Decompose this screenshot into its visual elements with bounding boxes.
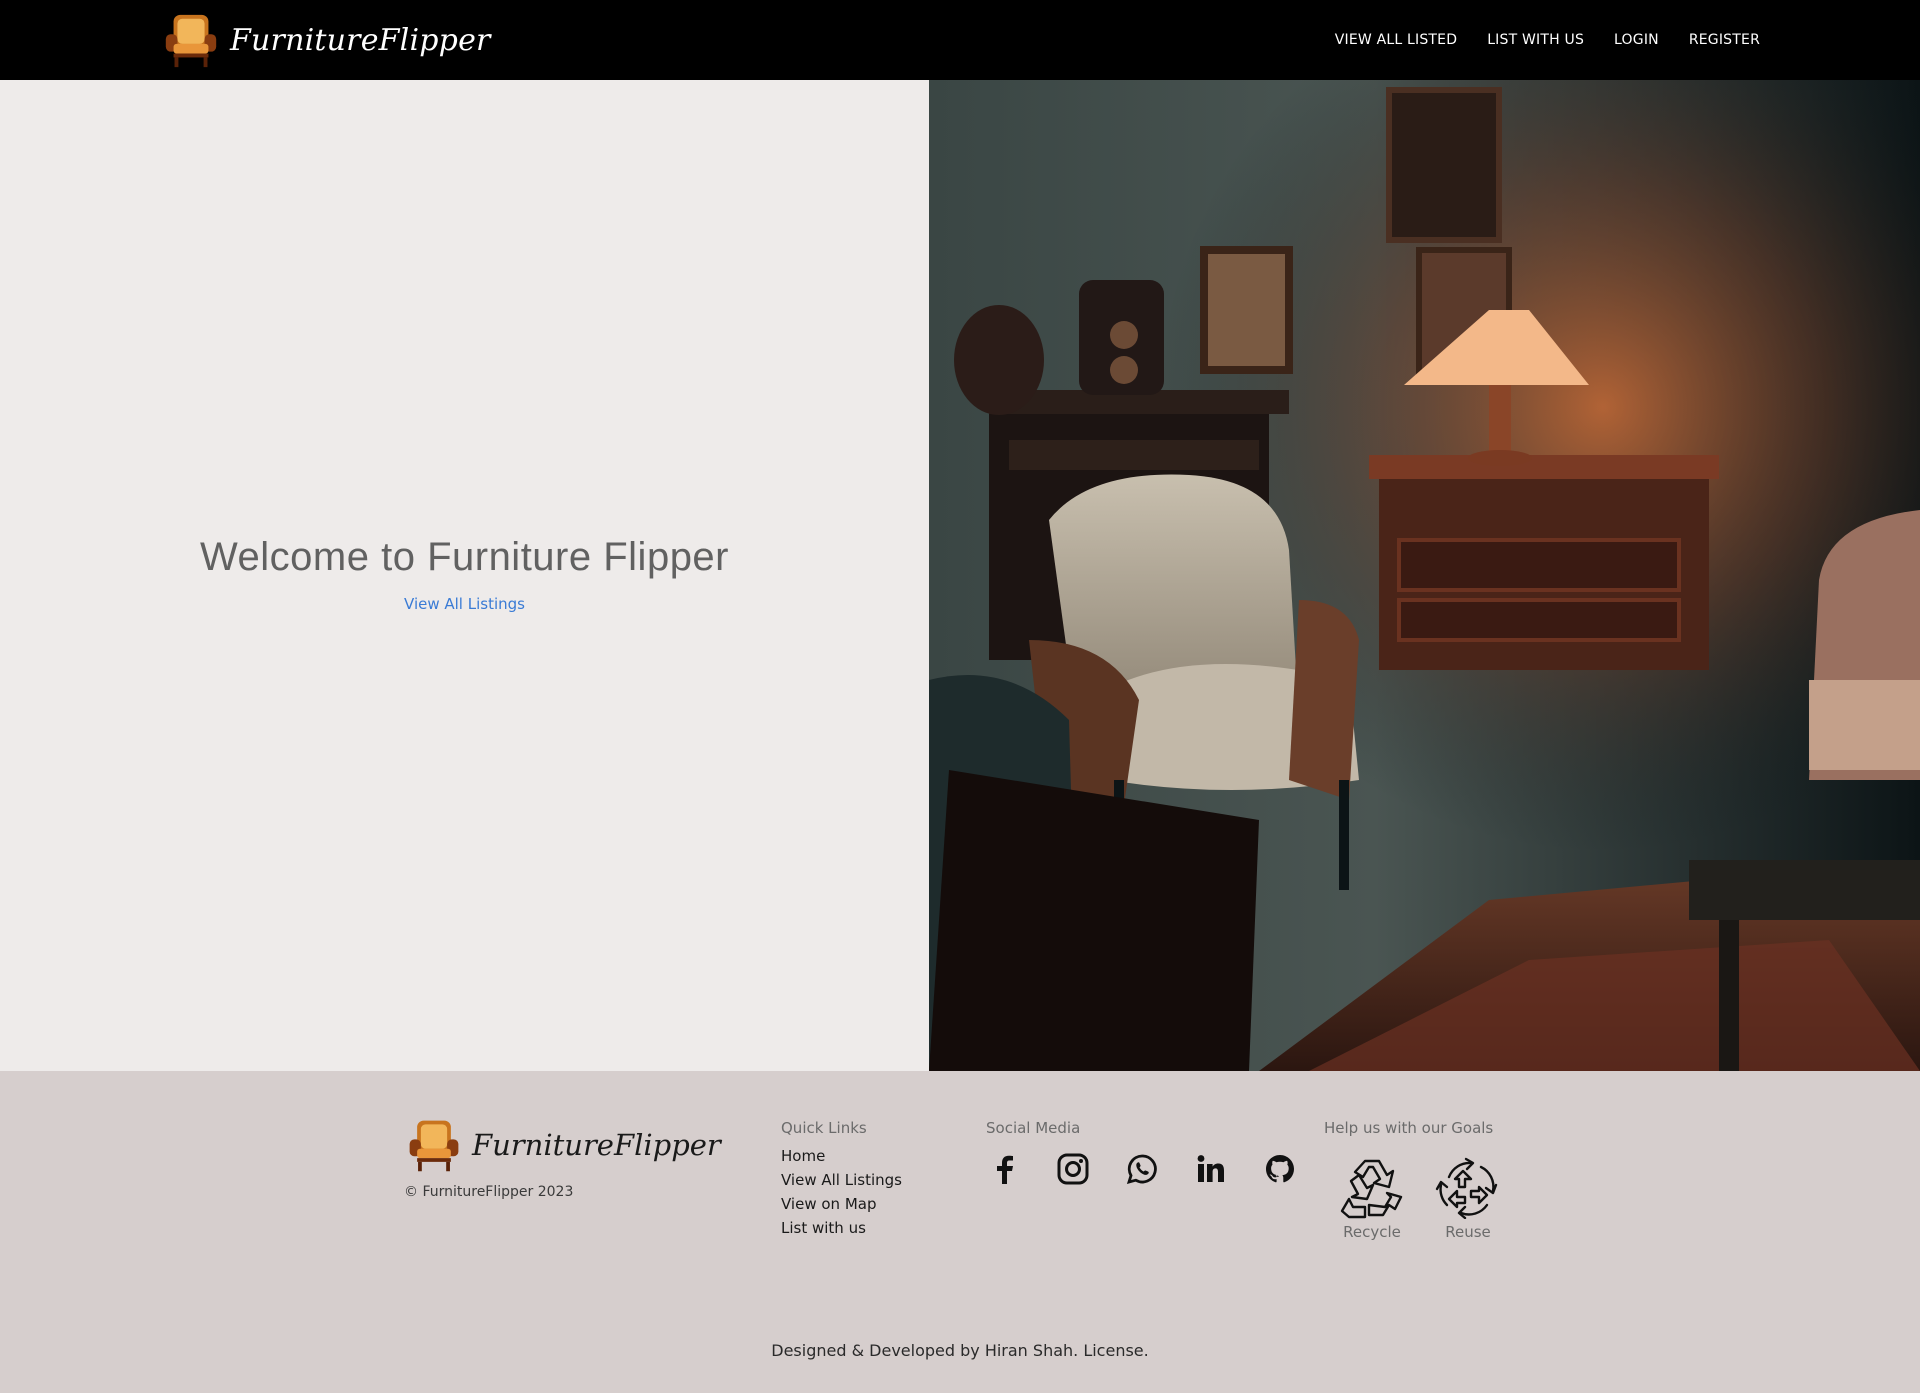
armchair-logo-icon xyxy=(165,14,217,68)
nav-links: VIEW ALL LISTED LIST WITH US LOGIN REGIS… xyxy=(1305,0,1760,80)
quick-links-list: Home View All Listings View on Map List … xyxy=(781,1144,902,1240)
reuse-label: Reuse xyxy=(1445,1223,1491,1241)
copyright-text: © FurnitureFlipper 2023 xyxy=(404,1184,574,1200)
footer-brand-name: FurnitureFlipper xyxy=(472,1128,721,1162)
goal-reuse: Reuse xyxy=(1428,1157,1508,1241)
brand-name: FurnitureFlipper xyxy=(230,22,491,58)
goals-title: Help us with our Goals xyxy=(1324,1119,1494,1137)
quick-links-title: Quick Links xyxy=(781,1119,867,1137)
vintage-furniture-photo-icon xyxy=(929,80,1920,1071)
whatsapp-icon[interactable] xyxy=(1124,1151,1160,1187)
credits-text: Designed & Developed by Hiran Shah. Lice… xyxy=(771,1341,1149,1360)
quick-link-list-with-us[interactable]: List with us xyxy=(781,1219,866,1237)
facebook-icon[interactable] xyxy=(986,1151,1022,1187)
footer: FurnitureFlipper © FurnitureFlipper 2023… xyxy=(0,1071,1920,1393)
quick-link-home[interactable]: Home xyxy=(781,1147,825,1165)
nav-login[interactable]: LOGIN xyxy=(1614,32,1659,48)
linkedin-icon[interactable] xyxy=(1193,1151,1229,1187)
social-media-title: Social Media xyxy=(986,1119,1081,1137)
navbar: FurnitureFlipper VIEW ALL LISTED LIST WI… xyxy=(0,0,1920,80)
hero-image xyxy=(929,80,1920,1071)
footer-brand-link[interactable]: FurnitureFlipper xyxy=(404,1115,721,1175)
recycle-icon xyxy=(1340,1159,1403,1219)
nav-list-with-us[interactable]: LIST WITH US xyxy=(1487,32,1584,48)
goal-recycle: Recycle xyxy=(1332,1157,1412,1241)
reuse-icon xyxy=(1435,1157,1498,1219)
recycle-label: Recycle xyxy=(1343,1223,1401,1241)
hero-text-panel: Welcome to Furniture Flipper View All Li… xyxy=(0,80,929,1071)
quick-link-view-on-map[interactable]: View on Map xyxy=(781,1195,876,1213)
nav-view-all-listed[interactable]: VIEW ALL LISTED xyxy=(1335,32,1457,48)
social-icons xyxy=(986,1151,1331,1187)
quick-link-view-all-listings[interactable]: View All Listings xyxy=(781,1171,902,1189)
nav-register[interactable]: REGISTER xyxy=(1689,32,1760,48)
instagram-icon[interactable] xyxy=(1055,1151,1091,1187)
brand-link[interactable]: FurnitureFlipper xyxy=(160,8,491,72)
view-all-listings-link[interactable]: View All Listings xyxy=(0,595,929,613)
hero-section: Welcome to Furniture Flipper View All Li… xyxy=(0,80,1920,1071)
armchair-logo-icon xyxy=(409,1120,459,1172)
hero-title: Welcome to Furniture Flipper xyxy=(200,535,729,579)
github-icon[interactable] xyxy=(1262,1151,1298,1187)
